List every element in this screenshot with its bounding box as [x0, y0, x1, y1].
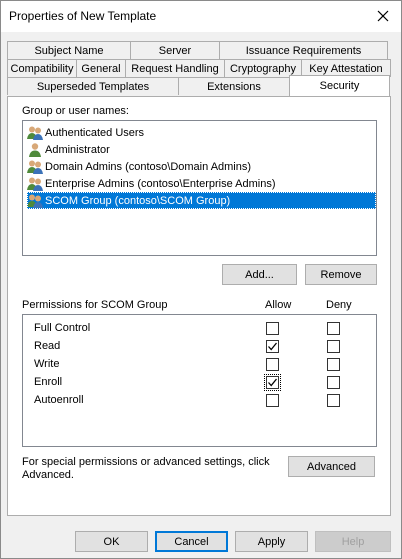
tab-security[interactable]: Security: [289, 75, 390, 96]
tab-compatibility[interactable]: Compatibility: [7, 59, 77, 77]
tab-label: Key Attestation: [309, 62, 383, 75]
button-label: Help: [341, 535, 365, 548]
deny-checkbox[interactable]: [327, 376, 340, 389]
checkmark-icon: [268, 378, 277, 387]
tab-label: Server: [158, 44, 192, 57]
properties-dialog: Properties of New Template Subject Name …: [0, 0, 402, 559]
tab-subject-name[interactable]: Subject Name: [7, 41, 131, 59]
group-user-list[interactable]: Authenticated Users Administrator Domain…: [22, 120, 377, 256]
close-button[interactable]: [371, 5, 395, 27]
allow-checkbox[interactable]: [266, 394, 279, 407]
permission-name: Autoenroll: [34, 394, 84, 406]
list-item-label: Domain Admins (contoso\Domain Admins): [45, 160, 252, 173]
add-button[interactable]: Add...: [222, 264, 297, 285]
close-icon: [377, 10, 389, 22]
permission-row-autoenroll: Autoenroll: [23, 392, 376, 410]
button-label: Apply: [257, 535, 286, 548]
tab-label: Subject Name: [34, 44, 104, 57]
tab-label: Issuance Requirements: [245, 44, 362, 57]
tab-label: Request Handling: [131, 62, 219, 75]
tab-general[interactable]: General: [76, 59, 126, 77]
apply-button[interactable]: Apply: [235, 531, 308, 552]
permission-row-read: Read: [23, 338, 376, 356]
ok-button[interactable]: OK: [75, 531, 148, 552]
permission-name: Full Control: [34, 322, 91, 334]
tab-label: General: [81, 62, 121, 75]
advanced-hint-text: For special permissions or advanced sett…: [22, 456, 270, 481]
list-item-label: Administrator: [45, 143, 110, 156]
list-item-scom-group[interactable]: SCOM Group (contoso\SCOM Group): [27, 192, 376, 209]
tab-label: Extensions: [207, 80, 261, 93]
deny-column-header: Deny: [326, 299, 352, 311]
tab-request-handling[interactable]: Request Handling: [125, 59, 225, 77]
allow-checkbox[interactable]: [264, 374, 281, 391]
remove-button[interactable]: Remove: [305, 264, 377, 285]
group-list-label: Group or user names:: [22, 105, 129, 117]
allow-checkbox[interactable]: [266, 358, 279, 371]
tab-superseded-templates[interactable]: Superseded Templates: [7, 77, 179, 95]
checkmark-icon: [268, 342, 277, 351]
list-item-label: Enterprise Admins (contoso\Enterprise Ad…: [45, 177, 276, 190]
permission-row-full-control: Full Control: [23, 320, 376, 338]
tab-strip: Subject Name Server Issuance Requirement…: [7, 41, 391, 97]
group-icon: [27, 177, 43, 191]
button-label: Cancel: [174, 535, 209, 548]
tab-label: Security: [319, 80, 360, 92]
group-icon: [27, 160, 43, 174]
list-item-enterprise-admins[interactable]: Enterprise Admins (contoso\Enterprise Ad…: [27, 175, 376, 192]
group-icon: [27, 194, 43, 208]
permission-row-enroll: Enroll: [23, 374, 376, 392]
tab-issuance-requirements[interactable]: Issuance Requirements: [219, 41, 388, 59]
group-icon: [27, 126, 43, 140]
cancel-button[interactable]: Cancel: [155, 531, 228, 552]
window-title: Properties of New Template: [9, 9, 157, 23]
button-label: Advanced: [307, 460, 356, 473]
list-item-administrator[interactable]: Administrator: [27, 141, 376, 158]
list-item-label: Authenticated Users: [45, 126, 145, 139]
button-label: Remove: [320, 268, 362, 281]
deny-checkbox[interactable]: [327, 322, 340, 335]
button-label: OK: [103, 535, 120, 548]
tab-server[interactable]: Server: [130, 41, 220, 59]
button-label: Add...: [245, 268, 274, 281]
allow-checkbox[interactable]: [266, 340, 279, 353]
tab-label: Compatibility: [10, 62, 74, 75]
permissions-list: Full Control Read Write Enroll Autoenrol: [22, 314, 377, 447]
tab-label: Superseded Templates: [36, 80, 150, 93]
allow-checkbox[interactable]: [266, 322, 279, 335]
permission-row-write: Write: [23, 356, 376, 374]
allow-column-header: Allow: [265, 299, 292, 311]
list-item-authenticated-users[interactable]: Authenticated Users: [27, 124, 376, 141]
user-icon: [29, 142, 41, 157]
tab-extensions[interactable]: Extensions: [178, 77, 290, 95]
help-button[interactable]: Help: [315, 531, 391, 552]
list-item-domain-admins[interactable]: Domain Admins (contoso\Domain Admins): [27, 158, 376, 175]
advanced-button[interactable]: Advanced: [288, 456, 375, 477]
security-panel: Group or user names: Authenticated Users…: [7, 96, 391, 516]
deny-checkbox[interactable]: [327, 340, 340, 353]
list-item-label: SCOM Group (contoso\SCOM Group): [45, 194, 231, 207]
deny-checkbox[interactable]: [327, 394, 340, 407]
permission-name: Write: [34, 358, 60, 370]
title-bar: Properties of New Template: [1, 1, 401, 32]
deny-checkbox[interactable]: [327, 358, 340, 371]
permissions-header: Permissions for SCOM Group: [22, 299, 168, 311]
permission-name: Enroll: [34, 376, 63, 388]
tab-label: Cryptography: [229, 62, 297, 75]
permission-name: Read: [34, 340, 61, 352]
